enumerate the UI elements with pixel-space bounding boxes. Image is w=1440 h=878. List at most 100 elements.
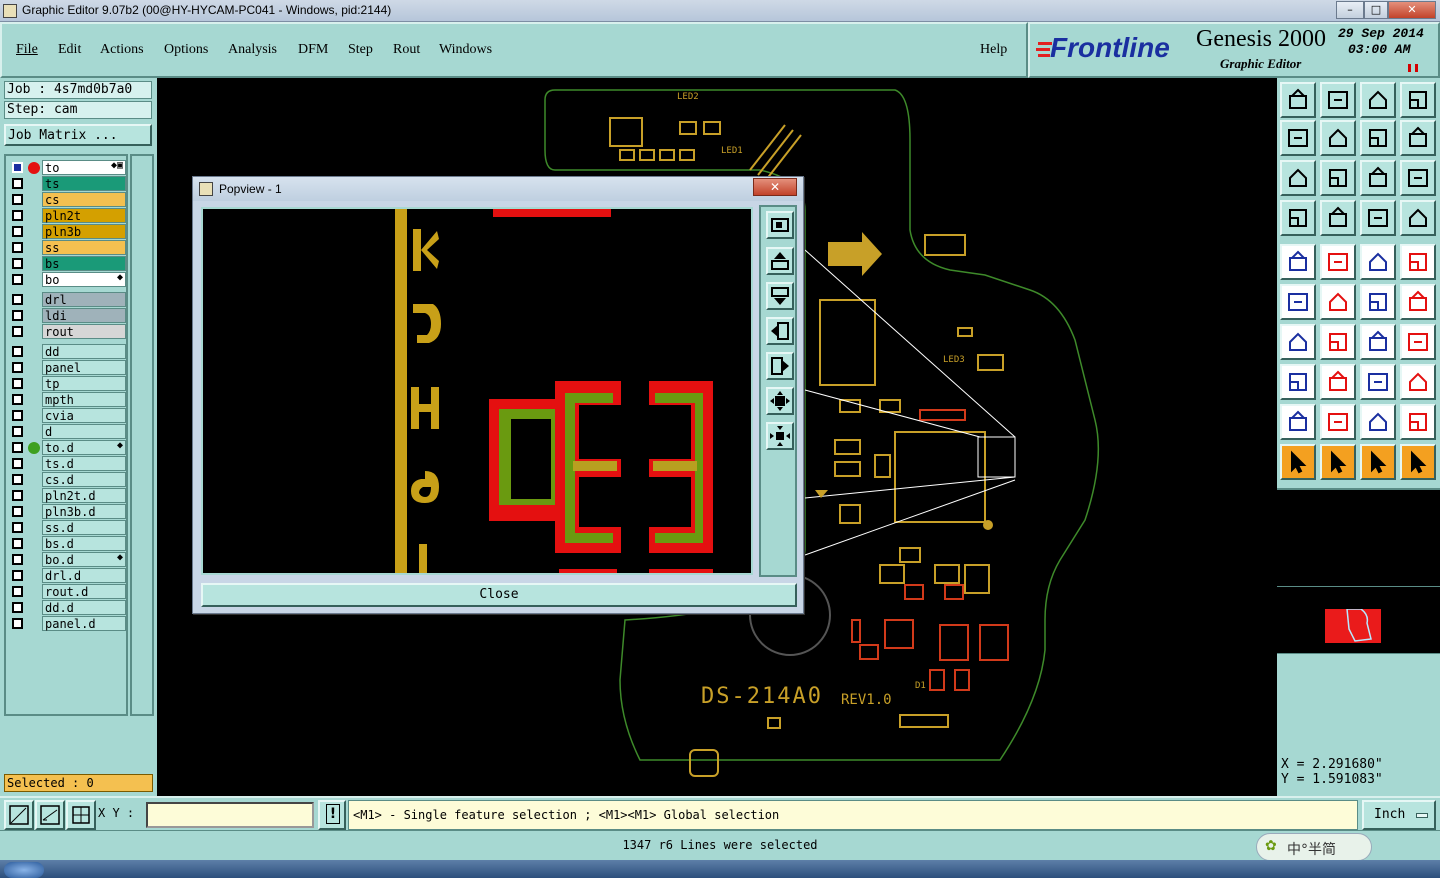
tool-pan-right-button[interactable] <box>1320 120 1356 156</box>
ime-indicator[interactable]: ✿ 中°半简 <box>1256 833 1372 861</box>
tool-ruler-button[interactable] <box>1360 244 1396 280</box>
tool-horizontal-button[interactable] <box>1320 364 1356 400</box>
layer-name[interactable]: rout <box>42 324 126 339</box>
tool-copy-button[interactable] <box>1280 364 1316 400</box>
menu-dfm[interactable]: DFM <box>298 42 328 58</box>
popview-pan-up-button[interactable] <box>766 247 794 275</box>
layer-name[interactable]: mpth <box>42 392 126 407</box>
tool-triangle-red-button[interactable] <box>1280 404 1316 440</box>
layer-checkbox[interactable] <box>12 274 23 285</box>
layer-row-bo[interactable]: bo ◆ <box>8 272 126 288</box>
layer-row-dd-d[interactable]: dd.d <box>8 600 126 616</box>
layer-name[interactable]: dd <box>42 344 126 359</box>
layer-checkbox[interactable] <box>12 474 23 485</box>
layer-row-drl[interactable]: drl <box>8 292 126 308</box>
layer-name[interactable]: drl <box>42 292 126 307</box>
layer-name[interactable]: drl.d <box>42 568 126 583</box>
tool-swap-button[interactable] <box>1400 120 1436 156</box>
tool-rotate-button[interactable] <box>1360 324 1396 360</box>
menu-actions[interactable]: Actions <box>100 42 144 58</box>
popview-pan-right-button[interactable] <box>766 352 794 380</box>
layer-checkbox[interactable] <box>12 410 23 421</box>
layer-checkbox[interactable] <box>12 458 23 469</box>
layer-row-ldi[interactable]: ldi <box>8 308 126 324</box>
layer-row-panel[interactable]: panel <box>8 360 126 376</box>
layer-name[interactable]: pln2t.d <box>42 488 126 503</box>
popview-close-button[interactable]: Close <box>201 583 797 607</box>
overview-map[interactable] <box>1277 488 1440 654</box>
grid-button[interactable] <box>66 800 96 830</box>
layer-checkbox[interactable] <box>12 570 23 581</box>
layer-checkbox[interactable] <box>12 506 23 517</box>
menu-options[interactable]: Options <box>164 42 208 58</box>
start-button[interactable] <box>4 862 44 878</box>
layer-row-tp[interactable]: tp <box>8 376 126 392</box>
tool-add-pad-button[interactable] <box>1280 244 1316 280</box>
snap-button[interactable] <box>4 800 34 830</box>
layer-checkbox[interactable] <box>12 394 23 405</box>
layer-checkbox[interactable] <box>12 310 23 321</box>
layer-list-scrollbar[interactable] <box>130 154 154 716</box>
layer-checkbox[interactable] <box>12 426 23 437</box>
tool-flip-button[interactable] <box>1400 324 1436 360</box>
tool-select-button[interactable] <box>1280 444 1316 480</box>
menu-analysis[interactable]: Analysis <box>228 42 277 58</box>
layer-row-to-d[interactable]: to.d ◆ <box>8 440 126 456</box>
layer-checkbox[interactable] <box>12 554 23 565</box>
layer-checkbox[interactable] <box>12 294 23 305</box>
layer-name[interactable]: panel <box>42 360 126 375</box>
layer-name[interactable]: ss <box>42 240 126 255</box>
popview-pan-left-button[interactable] <box>766 317 794 345</box>
alert-button[interactable]: ! <box>318 800 346 830</box>
layer-name[interactable]: cvia <box>42 408 126 423</box>
tool-red-layers-2-button[interactable] <box>1400 200 1436 236</box>
tool-line-blue-button[interactable] <box>1320 324 1356 360</box>
layer-name[interactable]: pln3b.d <box>42 504 126 519</box>
tool-triangle-up-button[interactable] <box>1360 404 1396 440</box>
layer-checkbox[interactable] <box>12 618 23 629</box>
layer-name[interactable]: dd.d <box>42 600 126 615</box>
popview-zoom-out-button[interactable] <box>766 422 794 450</box>
layer-checkbox[interactable] <box>12 210 23 221</box>
tool-zoom-home-button[interactable] <box>1280 82 1316 118</box>
layer-row-ts[interactable]: ts <box>8 176 126 192</box>
tool-zoom-out-button[interactable] <box>1320 160 1356 196</box>
layer-row-ts-d[interactable]: ts.d <box>8 456 126 472</box>
menu-help[interactable]: Help <box>980 42 1007 58</box>
layer-name[interactable]: bs <box>42 256 126 271</box>
layer-row-drl-d[interactable]: drl.d <box>8 568 126 584</box>
layer-row-mpth[interactable]: mpth <box>8 392 126 408</box>
tool-move-button[interactable] <box>1360 284 1396 320</box>
layer-checkbox[interactable] <box>12 178 23 189</box>
layer-checkbox[interactable] <box>12 194 23 205</box>
layer-name[interactable]: tp <box>42 376 126 391</box>
tool-mirror-button[interactable] <box>1360 120 1396 156</box>
layer-row-dd[interactable]: dd <box>8 344 126 360</box>
maximize-button[interactable]: □ <box>1364 1 1388 19</box>
layer-name[interactable]: pln2t <box>42 208 126 223</box>
layer-name[interactable]: bo <box>42 272 126 287</box>
unit-select[interactable]: Inch <box>1362 800 1436 830</box>
layer-row-rout[interactable]: rout <box>8 324 126 340</box>
tool-angle-button[interactable] <box>1280 324 1316 360</box>
layer-row-panel-d[interactable]: panel.d <box>8 616 126 632</box>
tool-select-2-button[interactable] <box>1320 444 1356 480</box>
layer-row-d[interactable]: d <box>8 424 126 440</box>
measure-button[interactable] <box>35 800 65 830</box>
layer-row-ss[interactable]: ss <box>8 240 126 256</box>
layer-name[interactable]: pln3b <box>42 224 126 239</box>
popview-window[interactable]: Popview - 1 ✕ Close <box>192 176 804 614</box>
layer-row-pln2t[interactable]: pln2t <box>8 208 126 224</box>
tool-wrench-button[interactable] <box>1280 200 1316 236</box>
layer-name[interactable]: panel.d <box>42 616 126 631</box>
layer-checkbox[interactable] <box>12 226 23 237</box>
tool-resize-button[interactable] <box>1360 364 1396 400</box>
job-matrix-button[interactable]: Job Matrix ... <box>4 124 152 146</box>
tool-grid-button[interactable] <box>1320 200 1356 236</box>
tool-pan-down-button[interactable] <box>1320 82 1356 118</box>
menu-edit[interactable]: Edit <box>58 42 81 58</box>
tool-pan-left-button[interactable] <box>1280 120 1316 156</box>
layer-checkbox[interactable] <box>12 490 23 501</box>
layer-row-bs[interactable]: bs <box>8 256 126 272</box>
popview-zoom-in-button[interactable] <box>766 387 794 415</box>
